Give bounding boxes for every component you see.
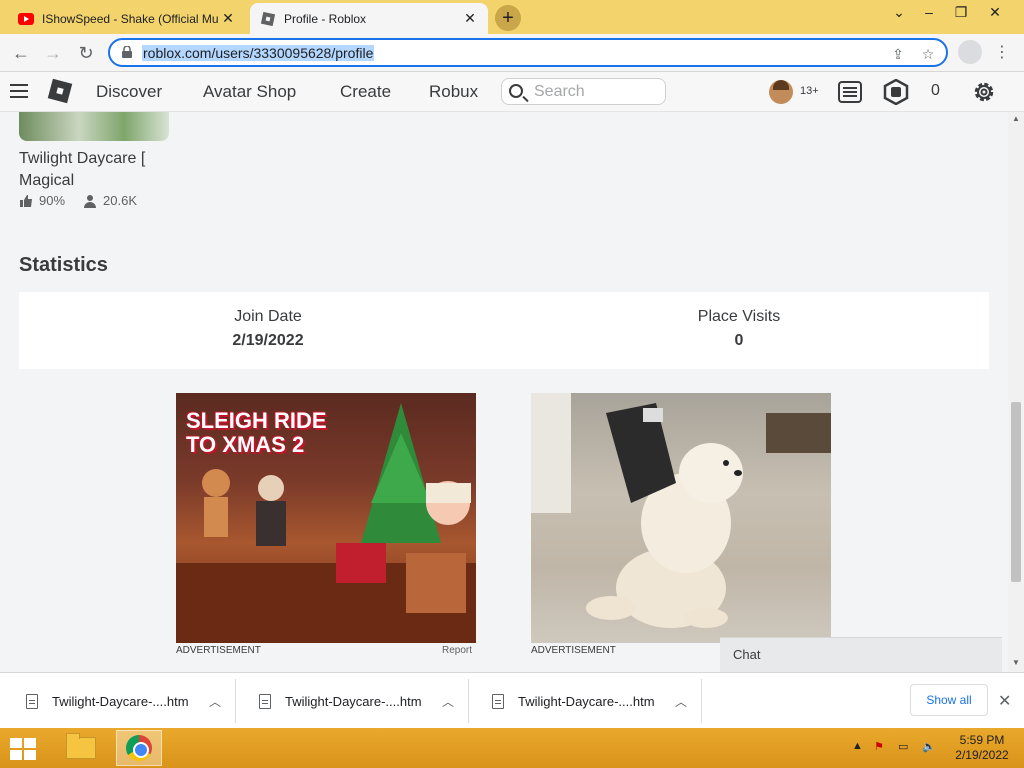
file-icon [259,693,271,709]
game-stats: 90% 20.6K [19,193,137,208]
christmas-scene-image [176,403,476,643]
download-filename: Twilight-Daycare-....htm [52,693,189,709]
advertisement-right[interactable] [531,393,831,643]
url-text[interactable]: roblox.com/users/3330095628/profile [142,45,375,61]
file-icon [26,693,38,709]
taskbar-chrome[interactable] [116,730,162,766]
roblox-logo-icon[interactable] [47,78,73,104]
forward-icon[interactable]: → [42,42,64,64]
game-players: 20.6K [103,193,138,208]
place-visits-value: 0 [734,332,744,349]
reload-icon[interactable]: ↻ [75,42,97,64]
menu-kebab-icon[interactable]: ⋮ [994,42,1010,62]
join-date-value: 2/19/2022 [232,332,304,349]
address-bar[interactable]: roblox.com/users/3330095628/profile ⇪ ☆ [108,38,948,67]
nav-create[interactable]: Create [340,82,391,102]
close-downloads-icon[interactable]: ✕ [998,691,1011,711]
chevron-up-icon[interactable]: ︿ [661,693,701,710]
browser-toolbar: ← → ↻ roblox.com/users/3330095628/profil… [0,34,1024,72]
place-visits-label: Place Visits [697,308,781,325]
downloads-shelf: Twilight-Daycare-....htm ︿ Twilight-Dayc… [0,672,1024,728]
youtube-icon [18,11,34,27]
players-icon [84,194,97,208]
browser-tab-strip: IShowSpeed - Shake (Official Mu ✕ Profil… [0,0,1024,34]
new-tab-button[interactable]: + [495,5,521,31]
clock-time: 5:59 PM [959,733,1005,747]
roblox-icon [260,11,276,27]
action-center-flag-icon[interactable]: ⚑ [874,740,884,753]
show-all-button[interactable]: Show all [910,684,988,716]
nav-robux[interactable]: Robux [429,82,478,102]
chat-bar[interactable]: Chat [720,637,1002,672]
profile-avatar-icon[interactable] [958,40,982,64]
chrome-icon [126,735,152,761]
search-input[interactable] [534,82,659,102]
robux-count: 0 [931,82,940,99]
settings-gear-icon[interactable] [971,79,997,105]
robux-icon[interactable] [883,79,909,105]
statistics-panel: Join Date 2/19/2022 Place Visits 0 [19,292,989,369]
age-badge: 13+ [800,85,819,97]
window-close-icon[interactable]: ✕ [980,4,1010,21]
bookmark-star-icon[interactable]: ☆ [920,46,936,62]
page-scrollbar[interactable]: ▲ ▼ [1008,112,1024,672]
minimize-icon[interactable]: – [914,4,944,20]
chevron-up-icon[interactable]: ︿ [428,693,468,710]
game-thumbnail[interactable] [19,112,169,141]
back-icon[interactable]: ← [10,42,32,64]
scrollbar-thumb[interactable] [1011,402,1021,582]
thumbs-up-icon [20,194,32,207]
close-icon[interactable]: ✕ [220,10,236,27]
download-filename: Twilight-Daycare-....htm [285,693,422,709]
tab-title: Profile - Roblox [284,11,367,26]
ad-caption-left: ADVERTISEMENT [176,645,261,656]
place-visits-stat: Place Visits 0 [589,308,889,350]
clock-date: 2/19/2022 [955,748,1009,762]
tab-roblox-profile[interactable]: Profile - Roblox ✕ [250,3,488,34]
download-item[interactable]: Twilight-Daycare-....htm ︿ [470,679,702,723]
game-title[interactable]: Twilight Daycare [ Magical [19,148,179,192]
download-item[interactable]: Twilight-Daycare-....htm ︿ [237,679,469,723]
scroll-down-arrow-icon[interactable]: ▼ [1012,658,1020,667]
catalog-list-icon[interactable] [837,79,863,105]
game-rating: 90% [39,193,66,208]
chevron-up-icon[interactable]: ︿ [195,693,235,710]
download-item[interactable]: Twilight-Daycare-....htm ︿ [4,679,236,723]
tab-youtube[interactable]: IShowSpeed - Shake (Official Mu ✕ [8,3,246,34]
statistics-heading: Statistics [19,254,108,276]
network-icon[interactable]: ▭ [898,740,908,753]
hamburger-menu-icon[interactable] [10,84,28,98]
join-date-label: Join Date [234,308,302,325]
restore-icon[interactable]: ❐ [946,4,976,21]
search-icon [509,84,523,98]
join-date-stat: Join Date 2/19/2022 [118,308,418,350]
user-avatar[interactable] [769,80,793,104]
ad-caption-right: ADVERTISEMENT [531,645,616,656]
tab-search-chevron-icon[interactable]: ⌄ [884,4,914,21]
windows-start-icon[interactable] [10,738,38,760]
nav-discover[interactable]: Discover [96,82,162,102]
search-box [501,78,666,105]
share-icon[interactable]: ⇪ [890,46,906,62]
system-clock[interactable]: 5:59 PM 2/19/2022 [950,733,1014,763]
file-icon [492,693,504,709]
profile-content: Twilight Daycare [ Magical 90% 20.6K Sta… [0,112,1008,672]
roblox-header: Discover Avatar Shop Create Robux 13+ 0 [0,72,1024,112]
puppy-photo-image [531,393,831,628]
volume-muted-icon[interactable]: 🔈 [922,740,936,753]
scroll-up-arrow-icon[interactable]: ▲ [1012,114,1020,123]
close-icon[interactable]: ✕ [462,10,478,27]
nav-avatar-shop[interactable]: Avatar Shop [203,82,296,102]
tray-chevron-up-icon[interactable]: ▲ [852,740,863,752]
download-filename: Twilight-Daycare-....htm [518,693,655,709]
lock-icon [122,46,132,58]
folder-icon [66,733,96,759]
tab-title: IShowSpeed - Shake (Official Mu [42,11,219,26]
chat-label: Chat [733,647,761,662]
taskbar-file-explorer[interactable] [58,730,104,766]
windows-taskbar: ▲ ⚑ ▭ 🔈 5:59 PM 2/19/2022 [0,728,1024,768]
ad-report-link[interactable]: Report [442,645,472,656]
advertisement-left[interactable]: SLEIGH RIDE TO XMAS 2 [176,393,476,643]
